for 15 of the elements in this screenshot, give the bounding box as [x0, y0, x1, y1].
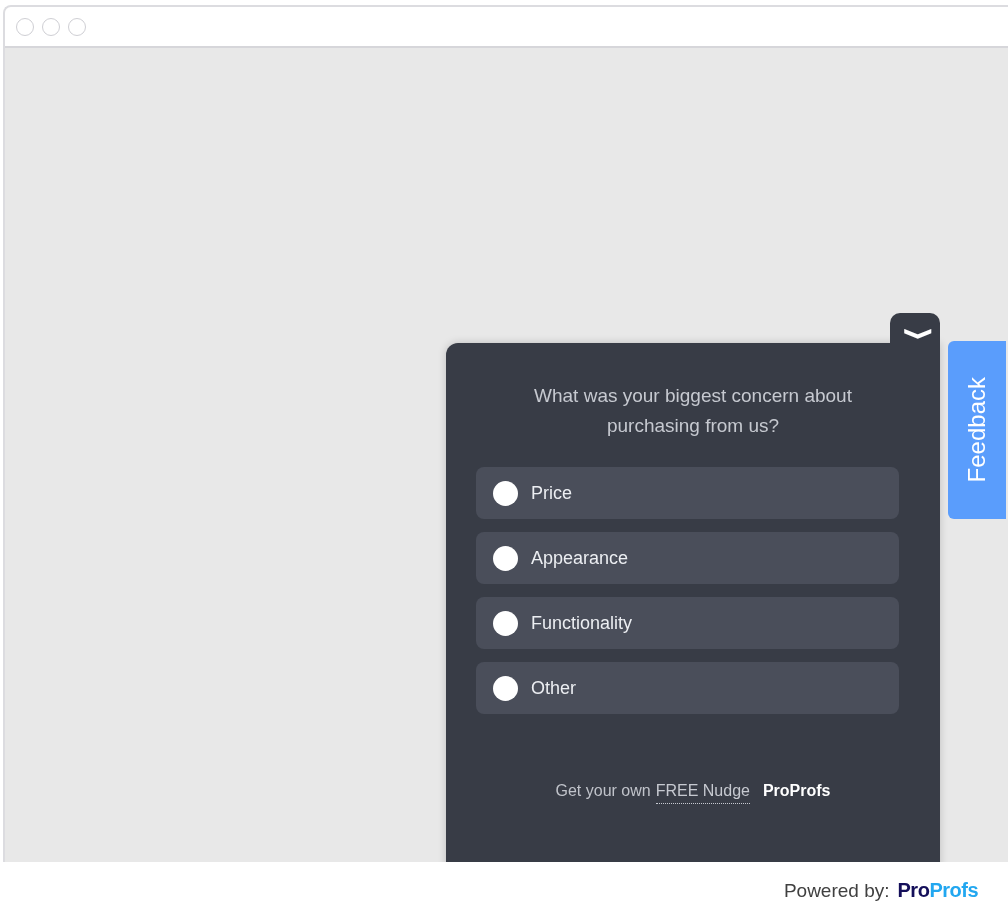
radio-button[interactable]	[493, 675, 518, 701]
radio-button[interactable]	[493, 545, 518, 571]
answer-option[interactable]: Appearance	[476, 532, 899, 584]
answer-option[interactable]: Functionality	[476, 597, 899, 649]
free-nudge-link[interactable]: FREE Nudge	[655, 779, 750, 804]
footer-text: Get your own	[555, 781, 651, 801]
radio-button[interactable]	[493, 610, 518, 636]
brand-logo: ProProfs	[762, 781, 831, 801]
brand-logo: ProProfs	[897, 878, 978, 903]
answer-option[interactable]: Price	[476, 467, 899, 519]
collapse-button[interactable]: ❯	[890, 313, 940, 343]
answer-option[interactable]: Other	[476, 662, 899, 714]
radio-button[interactable]	[493, 480, 518, 506]
question-text: What was your biggest concern about purchasing from us?	[533, 384, 853, 438]
powered-by-text: Powered by:	[783, 879, 890, 903]
